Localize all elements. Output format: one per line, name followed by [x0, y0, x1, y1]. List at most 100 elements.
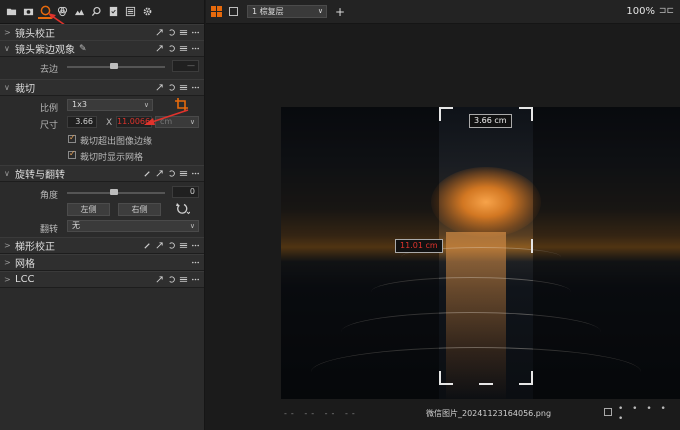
crop-handle-top-right[interactable] [519, 107, 533, 121]
status-placeholders: -- -- -- -- [284, 409, 359, 418]
section-keystone[interactable]: > 梯形校正 [0, 237, 204, 254]
crop-outside-checkbox[interactable] [68, 133, 76, 143]
tool-panel: > 镜头校正 ∨ 镜头紫边观象 ✎ 去边 — ∨ 裁切 比例 1x3 ∨ 尺寸 … [0, 0, 205, 430]
section-actions [155, 274, 200, 285]
more-icon[interactable] [191, 274, 200, 285]
section-rotate-flip[interactable]: ∨ 旋转与翻转 [0, 165, 204, 182]
folder-icon[interactable] [4, 5, 18, 19]
section-title: 网格 [15, 259, 35, 270]
chevron-down-icon: ∨ [4, 83, 10, 92]
section-lens-correction[interactable]: > 镜头校正 [0, 24, 204, 41]
copy-icon[interactable] [155, 43, 164, 54]
pen-icon[interactable] [143, 240, 152, 251]
crop-handle-bottom-left[interactable] [439, 371, 453, 385]
show-grid-checkbox[interactable] [68, 149, 76, 159]
size-x: X [106, 118, 113, 128]
crop-shade-right [533, 107, 680, 399]
copy-icon[interactable] [155, 168, 164, 179]
section-title: 裁切 [15, 84, 35, 95]
menu-icon[interactable] [179, 168, 188, 179]
metadata-icon[interactable] [106, 5, 120, 19]
grid-view-icon[interactable] [211, 6, 222, 17]
crop-handle-bottom-right[interactable] [519, 371, 533, 385]
slider-knob[interactable] [110, 63, 118, 69]
file-name: 微信图片_20241123164056.png [426, 409, 552, 418]
menu-icon[interactable] [179, 240, 188, 251]
section-title: 镜头紫边观象 [15, 45, 75, 56]
more-icon[interactable] [191, 257, 200, 268]
camera-icon[interactable] [21, 5, 35, 19]
annotation-arrow [144, 109, 189, 125]
fit-icon[interactable]: ⊐⊏ [659, 6, 674, 16]
rotate-left-button[interactable]: 左侧 [67, 203, 110, 216]
menu-icon[interactable] [179, 27, 188, 38]
crop-handle-top-left[interactable] [439, 107, 453, 121]
section-crop[interactable]: ∨ 裁切 [0, 79, 204, 96]
crop-outside-label: 裁切超出图像边缘 [80, 137, 153, 147]
purple-edge-label: 去边 [40, 65, 59, 75]
section-grid[interactable]: > 网格 [0, 254, 204, 271]
reset-icon[interactable] [167, 274, 176, 285]
viewer-toolbar: 1 棕复层 ∨ + 100% ⊐⊏ [206, 0, 680, 24]
section-title: LCC [15, 274, 35, 285]
zoom-level[interactable]: 100% [626, 6, 655, 17]
output-icon[interactable] [123, 5, 137, 19]
menu-icon[interactable] [179, 274, 188, 285]
sun-glow [431, 167, 541, 237]
copy-icon[interactable] [155, 240, 164, 251]
section-actions [155, 82, 200, 93]
more-icon[interactable] [191, 168, 200, 179]
reset-icon[interactable] [167, 43, 176, 54]
menu-icon[interactable] [179, 82, 188, 93]
copy-icon[interactable] [155, 27, 164, 38]
more-icon[interactable] [191, 43, 200, 54]
more-icon[interactable] [191, 27, 200, 38]
section-title: 梯形校正 [15, 242, 55, 253]
more-icon[interactable] [191, 82, 200, 93]
chevron-right-icon: > [4, 258, 11, 267]
flip-dropdown[interactable]: 无 ∨ [67, 220, 199, 232]
reset-icon[interactable] [167, 82, 176, 93]
reset-icon[interactable] [167, 240, 176, 251]
layout-value: 1 棕复层 [252, 7, 284, 16]
section-actions [143, 240, 200, 251]
copy-icon[interactable] [155, 274, 164, 285]
exposure-icon[interactable] [72, 5, 86, 19]
angle-value[interactable]: 0 [172, 186, 199, 198]
angle-label: 角度 [40, 191, 59, 201]
copy-icon[interactable] [155, 82, 164, 93]
flip-label: 翻转 [40, 225, 59, 235]
pen-icon[interactable] [143, 168, 152, 179]
section-actions [191, 257, 200, 268]
layout-select[interactable]: 1 棕复层 ∨ [247, 5, 327, 18]
chevron-down-icon: ∨ [189, 118, 195, 126]
menu-icon[interactable] [179, 43, 188, 54]
rating-dots[interactable]: • • • • • [618, 404, 680, 424]
select-checkbox[interactable] [604, 408, 612, 416]
reset-icon[interactable] [167, 168, 176, 179]
rotate-right-button[interactable]: 右侧 [118, 203, 161, 216]
pen-icon[interactable]: ✎ [79, 44, 87, 54]
section-title: 镜头校正 [15, 29, 55, 40]
reset-icon[interactable] [167, 27, 176, 38]
rotate-tool-icon[interactable] [175, 202, 190, 215]
single-view-icon[interactable] [229, 7, 238, 16]
crop-height-badge: 11.01 cm [395, 239, 443, 253]
crop-handle-bottom[interactable] [479, 383, 493, 385]
photo[interactable] [281, 107, 680, 399]
slider-knob[interactable] [110, 189, 118, 195]
settings-icon[interactable] [140, 5, 154, 19]
section-title: 旋转与翻转 [15, 170, 65, 181]
crop-width-badge: 3.66 cm [469, 114, 512, 128]
purple-edge-value[interactable]: — [172, 60, 199, 72]
more-icon[interactable] [191, 240, 200, 251]
section-purple-fringe[interactable]: ∨ 镜头紫边观象 ✎ [0, 40, 204, 57]
section-lcc[interactable]: > LCC [0, 271, 204, 288]
search-icon[interactable] [89, 5, 103, 19]
flip-value: 无 [72, 221, 80, 230]
crop-handle-right[interactable] [531, 239, 533, 253]
add-icon[interactable]: + [335, 5, 345, 19]
section-actions [155, 43, 200, 54]
width-input[interactable]: 3.66 [67, 116, 97, 128]
crop-shade-left [281, 107, 439, 399]
